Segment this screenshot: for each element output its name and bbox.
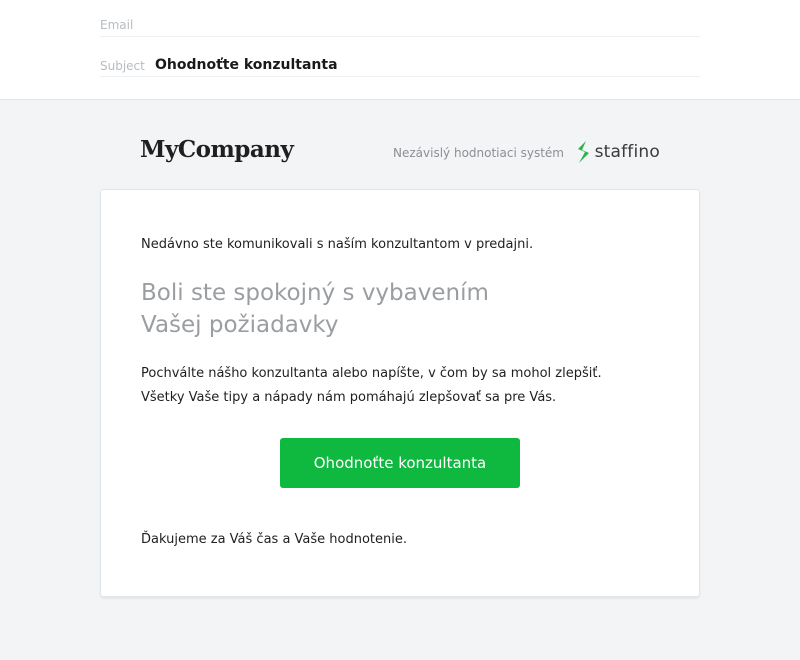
subject-value: Ohodnoťte konzultanta — [155, 57, 338, 73]
company-logo: MyCompany — [140, 136, 294, 163]
staffino-logo[interactable]: staffino — [574, 140, 660, 164]
body-line-2: Všetky Vaše tipy a nápady nám pomáhajú z… — [141, 390, 557, 405]
body-text: Pochválte nášho konzultanta alebo napíšt… — [141, 362, 661, 410]
message-card: Nedávno ste komunikovali s naším konzult… — [100, 189, 700, 597]
headline-line-2: Vašej požiadavky — [141, 312, 339, 338]
brand-row: MyCompany Nezávislý hodnotiaci systém st… — [140, 134, 660, 170]
staffino-wordmark: staffino — [594, 142, 660, 162]
headline: Boli ste spokojný s vybavením Vašej poži… — [141, 277, 541, 341]
thanks-text: Ďakujeme za Váš čas a Vaše hodnotenie. — [141, 532, 408, 547]
subject-row: Subject Ohodnoťte konzultanta — [100, 40, 700, 77]
subject-label: Subject — [100, 59, 145, 73]
rate-consultant-button[interactable]: Ohodnoťte konzultanta — [280, 438, 520, 488]
email-header: Email Subject Ohodnoťte konzultanta — [0, 0, 800, 100]
email-label: Email — [100, 18, 134, 32]
body-line-1: Pochválte nášho konzultanta alebo napíšt… — [141, 366, 602, 381]
staffino-icon — [577, 141, 589, 163]
email-row: Email — [100, 0, 700, 37]
intro-text: Nedávno ste komunikovali s naším konzult… — [141, 237, 534, 252]
rating-system-tagline: Nezávislý hodnotiaci systém — [393, 146, 564, 160]
headline-line-1: Boli ste spokojný s vybavením — [141, 280, 489, 306]
